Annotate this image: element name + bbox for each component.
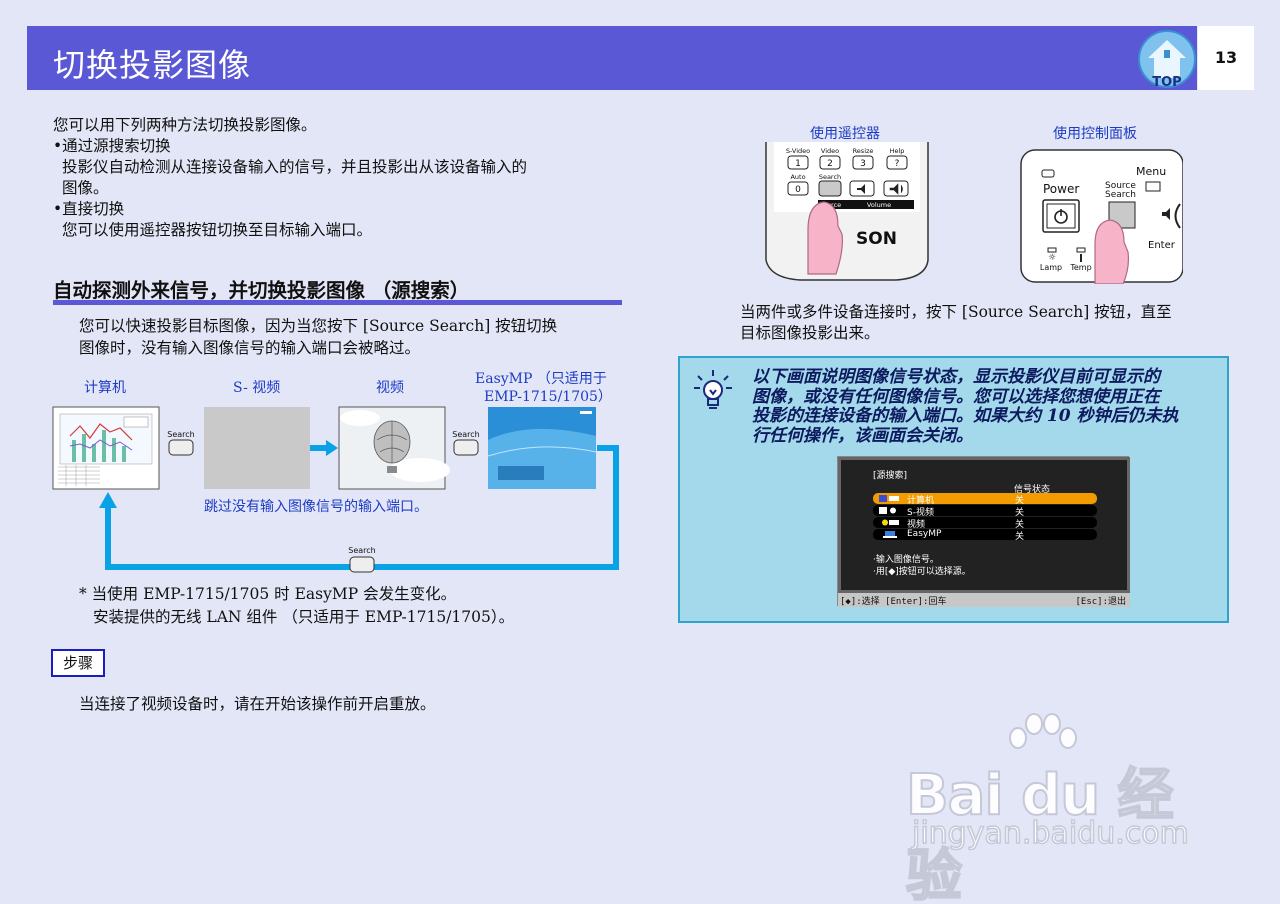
- svg-text:Resize: Resize: [853, 147, 874, 155]
- osd-footer-exit: [Esc]:退出: [1075, 597, 1126, 607]
- section-rule: [53, 300, 622, 305]
- osd-body: [源搜索] 信号状态 计算机 关 S-视频 关 视频 关 EasyMP 关 ·输…: [838, 457, 1130, 593]
- svg-text:Menu: Menu: [1136, 165, 1166, 178]
- instruction-line: 当两件或多件设备连接时，按下 [Source Search] 按钮，直至: [740, 303, 1172, 321]
- osd-source-row[interactable]: 计算机 关: [873, 493, 1097, 506]
- page-header: 切换投影图像: [27, 26, 1197, 90]
- watermark-url: jingyan.baidu.com: [911, 815, 1189, 852]
- source-search-osd-screen: [源搜索] 信号状态 计算机 关 S-视频 关 视频 关 EasyMP 关 ·输…: [837, 456, 1130, 607]
- svg-text:Search: Search: [167, 430, 194, 439]
- svg-text:1: 1: [795, 159, 801, 169]
- lightbulb-tip-icon: [694, 370, 732, 409]
- easymp-screen-thumb: [487, 407, 597, 489]
- search-key-3: Search: [348, 546, 376, 573]
- search-key-1: Search: [167, 430, 195, 456]
- source-search-instructions: 当两件或多件设备连接时，按下 [Source Search] 按钮，直至 目标图…: [740, 302, 1220, 344]
- svg-text:Search: Search: [819, 173, 841, 181]
- intro-text: 您可以用下列两种方法切换投影图像。 •通过源搜索切换 投影仪自动检测从连接设备输…: [53, 115, 623, 241]
- svg-text:0: 0: [795, 185, 801, 195]
- source-search-diagram: Search Search Search: [52, 406, 619, 573]
- svg-text:Lamp: Lamp: [1040, 263, 1062, 272]
- osd-source-row[interactable]: 视频 关: [873, 517, 1097, 530]
- control-panel-label: 使用控制面板: [1053, 126, 1137, 142]
- tip-line: 以下画面说明图像信号状态，显示投影仪目前可显示的: [752, 367, 1160, 387]
- computer-screen-thumb: [52, 406, 160, 490]
- model-note: * 当使用 EMP-1715/1705 时 EasyMP 会发生变化。 安装提供…: [79, 583, 514, 629]
- svg-text:Search: Search: [348, 546, 375, 555]
- svg-text:Video: Video: [821, 147, 839, 155]
- note-line: 安装提供的无线 LAN 组件 （只适用于 EMP-1715/1705）。: [93, 608, 515, 626]
- svg-text:?: ?: [895, 159, 900, 169]
- svg-text:Power: Power: [1043, 182, 1079, 196]
- tip-text: 以下画面说明图像信号状态，显示投影仪目前可显示的 图像，或没有任何图像信号。您可…: [752, 367, 1222, 446]
- tip-line: 投影的连接设备的输入端口。如果大约 10 秒钟后仍未执: [752, 406, 1179, 426]
- step-badge: 步骤: [51, 649, 105, 677]
- svg-text:SON: SON: [856, 229, 897, 249]
- baidu-jingyan-watermark: Bai du 经验 jingyan.baidu.com: [905, 712, 1206, 904]
- section-desc-line: 图像时，没有输入图像信号的输入端口会被略过。: [79, 339, 421, 357]
- svg-text:3: 3: [860, 159, 866, 169]
- arrow-right-icon: [326, 440, 338, 456]
- bullet-source-search: •通过源搜索切换: [53, 137, 171, 155]
- top-label: TOP: [1152, 75, 1181, 90]
- bullet-direct-switch-desc: 您可以使用遥控器按钮切换至目标输入端口。: [62, 221, 373, 239]
- page-number-box: 13: [1198, 26, 1254, 90]
- bullet-direct-switch: •直接切换: [53, 200, 125, 218]
- note-line: * 当使用 EMP-1715/1705 时 EasyMP 会发生变化。: [79, 585, 457, 603]
- skip-caption: 跳过没有输入图像信号的输入端口。: [204, 499, 428, 515]
- osd-source-row[interactable]: S-视频 关: [873, 505, 1097, 518]
- intro-line: 您可以用下列两种方法切换投影图像。: [53, 116, 317, 134]
- svideo-port-icon: [879, 507, 896, 514]
- step-text: 当连接了视频设备时，请在开始该操作前开启重放。: [79, 695, 436, 713]
- search-key-2: Search: [452, 430, 480, 456]
- tip-line: 行任何操作，该画面会关闭。: [752, 425, 973, 446]
- remote-control-illustration: S-Video Video Resize Help 1 2 3 ? 0 Auto…: [765, 142, 929, 281]
- top-home-icon[interactable]: TOP: [1136, 28, 1198, 90]
- remote-control-label: 使用遥控器: [810, 126, 880, 142]
- computer-port-icon: [879, 495, 899, 502]
- video-screen-thumb: [338, 406, 450, 490]
- osd-message: ·用[◆]按钮可以选择源。: [873, 567, 971, 577]
- svg-text:Temp: Temp: [1069, 263, 1091, 272]
- svg-text:S-Video: S-Video: [786, 147, 810, 155]
- osd-title: [源搜索]: [873, 471, 908, 481]
- svg-text:Search: Search: [452, 430, 479, 439]
- osd-source-name: EasyMP: [907, 529, 942, 539]
- osd-source-status: 关: [1015, 532, 1025, 542]
- osd-footer-keys: [◆]:选择 [Enter]:回车: [840, 597, 947, 607]
- svg-text:☼: ☼: [1048, 253, 1056, 263]
- page-number: 13: [1214, 48, 1238, 67]
- svg-text:Enter: Enter: [1148, 240, 1176, 251]
- svg-text:2: 2: [827, 159, 833, 169]
- svg-text:Auto: Auto: [790, 173, 805, 181]
- svg-text:Volume: Volume: [867, 201, 891, 209]
- osd-source-row[interactable]: EasyMP 关: [873, 529, 1097, 542]
- bullet-source-search-desc: 投影仪自动检测从连接设备输入的信号，并且投影出从该设备输入的: [62, 158, 528, 176]
- section-description: 您可以快速投影目标图像，因为当您按下 [Source Search] 按钮切换 …: [79, 315, 619, 359]
- page-title: 切换投影图像: [53, 46, 252, 84]
- osd-footer: [◆]:选择 [Enter]:回车 [Esc]:退出: [838, 593, 1130, 607]
- svideo-screen-thumb: [204, 407, 310, 489]
- svg-text:Search: Search: [1105, 190, 1136, 200]
- remote-search-button: [818, 180, 842, 197]
- instruction-line: 目标图像投影出来。: [740, 324, 880, 342]
- arrow-up-icon: [99, 492, 117, 508]
- video-port-icon: [882, 519, 899, 526]
- bullet-source-search-desc-cont: 图像。: [62, 179, 109, 197]
- tip-line: 图像，或没有任何图像信号。您可以选择您想使用正在: [752, 386, 1160, 407]
- svg-text:Help: Help: [890, 147, 905, 155]
- section-title: 自动探测外来信号，并切换投影图像 （源搜索）: [53, 279, 470, 302]
- easymp-monitor-icon: [883, 531, 897, 538]
- control-panel-illustration: Power Menu Source Search Enter ☼ Lamp Te…: [1020, 149, 1183, 284]
- section-desc-line: 您可以快速投影目标图像，因为当您按下 [Source Search] 按钮切换: [79, 317, 558, 335]
